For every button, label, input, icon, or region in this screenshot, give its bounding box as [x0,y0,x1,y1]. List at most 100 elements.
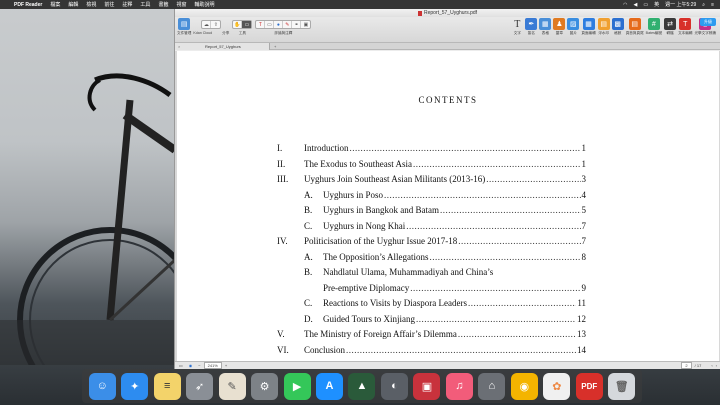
toc-entry[interactable]: II. The Exodus to Southeast Asia.........… [277,159,586,169]
notification-center-icon[interactable]: ≡ [711,2,714,8]
menu-tools[interactable]: 工具 [140,1,150,8]
notes-icon[interactable]: ≡ [153,372,181,400]
pen-icon[interactable]: ✎ [283,21,293,28]
page-edit-button[interactable]: ▦ 頁面編輯 [581,18,596,36]
pdf-reader-dock-icon[interactable]: PDF [575,372,603,400]
toc-entry[interactable]: III. Uyghurs Join Southeast Asian Militan… [277,174,586,184]
toc-page-number: 1 [581,158,587,169]
menu-annotate[interactable]: 註釋 [122,1,132,8]
text-tool-button[interactable]: T 文字 [511,18,523,36]
bates-icon: # [647,18,660,30]
page-edit-icon: ▦ [582,18,595,30]
toc-entry[interactable]: V. The Ministry of Foreign Affair’s Dilem… [277,329,586,339]
select-tool-icon[interactable]: ▭ [242,21,252,28]
header-footer-button[interactable]: ▤ 頁首與頁尾 [626,18,644,36]
toc-page-number: 7 [581,220,587,231]
text-edit-icon: T [679,18,692,30]
toc-entry[interactable]: D. Guided Tours to Xinjiang..............… [277,314,586,324]
spotlight-icon[interactable]: ⌕ [702,2,705,8]
new-tab-icon[interactable]: + [274,44,276,49]
link-icon[interactable]: ⚭ [292,21,302,28]
photo-app-icon[interactable]: ▲ [348,372,376,400]
toc-entry[interactable]: IV. Politicisation of the Uyghur Issue 20… [277,236,586,246]
toc-entry[interactable]: A. The Opposition’s Allegations..........… [277,252,586,262]
toc-section-number: II. [277,158,286,169]
wifi-icon[interactable]: ◠ [623,2,627,8]
aperture-pro-icon[interactable]: ◐ [380,372,408,400]
menu-clock[interactable]: 週一 上午5:29 [665,1,696,8]
text-edit-button[interactable]: T 文本編輯 [678,18,692,36]
toc-entry[interactable]: Pre-emptive Diplomacy...................… [277,283,586,293]
input-method-indicator[interactable]: 英 [654,1,659,8]
menu-edit[interactable]: 編輯 [68,1,78,8]
convert-button[interactable]: ⇄ 轉檔 [664,18,677,36]
toc-entry[interactable]: I. Introduction..........................… [277,143,586,153]
menu-bookmarks[interactable]: 書籤 [158,1,168,8]
previous-page-icon[interactable]: ‹ [711,363,712,368]
ellipse-icon[interactable]: ● [274,21,284,28]
form-button[interactable]: ▦ 表格 [539,18,552,36]
launchpad-icon[interactable]: ➶ [186,372,214,400]
battery-icon[interactable]: ▭ [643,2,648,8]
toc-page-number: 4 [581,189,587,200]
hand-tool-icon[interactable]: ✋ [233,21,243,28]
background-button[interactable]: ▩ 格數 [611,18,624,36]
app-store-icon[interactable]: A [316,372,344,400]
finder-icon[interactable]: ☺ [88,372,116,400]
cloud-share-group: ☁ ⇪ Kdan Cloud 分享 [193,18,229,36]
cloud-icon[interactable]: ☁ [202,21,212,28]
menu-window[interactable]: 視窗 [176,1,186,8]
page-navigator: 2 / 17 ‹ › [678,362,717,369]
note-icon[interactable]: ▣ [301,21,310,28]
rectangle-icon[interactable]: ▭ [265,21,275,28]
toc-heading: CONTENTS [418,95,478,105]
zoom-out-icon[interactable]: − [198,363,200,368]
view-mode-icon[interactable]: ◉ [189,363,193,368]
menu-help[interactable]: 輔助說明 [194,1,214,8]
toc-entry[interactable]: C. Uyghurs in Nong Khai..................… [277,221,586,231]
trash-icon[interactable]: 🗑 [608,372,636,400]
textedit-icon[interactable]: ✎ [218,372,246,400]
volume-icon[interactable]: ◀ [634,2,638,8]
toc-subsection-letter: B. [304,267,313,277]
zoom-in-icon[interactable]: + [225,363,227,368]
share-icon[interactable]: ⇪ [211,21,220,28]
image-button[interactable]: ▨ 圖片 [567,18,580,36]
signature-button[interactable]: ✒ 簽名 [525,18,538,36]
toc-entry-title: The Ministry of Foreign Affair’s Dilemma [304,329,457,339]
close-tab-icon[interactable]: × [178,44,180,49]
annotate-segment: T ▭ ● ✎ ⚭ ▣ [255,20,312,29]
page-number-input[interactable]: 2 [681,362,692,369]
menu-file[interactable]: 檔案 [50,1,60,8]
toc-entry[interactable]: A. Uyghurs in Poso.......................… [277,190,586,200]
system-preferences-icon[interactable]: ⚙ [251,372,279,400]
utility-icon[interactable]: ⌂ [478,372,506,400]
toc-entry[interactable]: B. Nahdlatul Ulama, Muhammadiyah and Chin… [277,267,586,277]
document-manager-button[interactable]: ▤ 文件管理 [177,18,191,36]
form-icon: ▦ [539,18,552,30]
menu-app-name[interactable]: PDF Reader [14,2,42,8]
watermark-button[interactable]: ▤ 浮水印 [597,18,610,36]
toc-leader-dots: ........................................… [384,189,580,200]
safari-icon[interactable]: ✦ [121,372,149,400]
toc-entry-title: Pre-emptive Diplomacy [323,282,410,293]
menu-view[interactable]: 檢視 [86,1,96,8]
stamp-button[interactable]: ♟ 蓋章 [553,18,566,36]
photo-booth-icon[interactable]: ▣ [413,372,441,400]
photos-icon[interactable]: ✿ [543,372,571,400]
zoom-level[interactable]: 241% [203,362,222,369]
upgrade-button[interactable]: 升級 [700,18,716,26]
facetime-icon[interactable]: ▶ [283,372,311,400]
bates-number-button[interactable]: # Bates編號 [646,18,662,36]
document-tab[interactable]: × Report_57_Uyghurs [175,42,270,50]
text-markup-icon[interactable]: T [256,21,266,28]
chrome-icon[interactable]: ◉ [510,372,538,400]
toc-section-number: I. [277,143,283,153]
next-page-icon[interactable]: › [716,363,717,368]
toc-entry[interactable]: VI. Conclusion...........................… [277,345,586,355]
sidebar-toggle-icon[interactable]: ▭ [179,363,183,368]
toc-entry[interactable]: C. Reactions to Visits by Diaspora Leader… [277,298,586,308]
toc-entry[interactable]: B. Uyghurs in Bangkok and Batam..........… [277,205,586,215]
menu-go[interactable]: 前往 [104,1,114,8]
music-icon[interactable]: ♫ [445,372,473,400]
